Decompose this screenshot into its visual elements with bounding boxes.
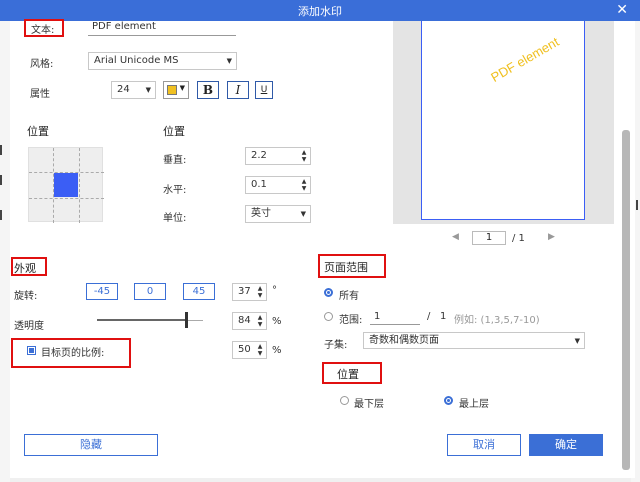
left-edge: [0, 21, 10, 482]
window-title: 添加水印: [298, 5, 342, 18]
horizontal-label: 水平:: [163, 185, 187, 196]
stepper-arrows-icon[interactable]: ▲ ▼: [300, 178, 308, 192]
chevron-down-icon: ▼: [179, 84, 185, 92]
rotation-unit: °: [272, 285, 277, 296]
preview-page: PDF element: [421, 21, 585, 220]
layer-top-radio[interactable]: [444, 396, 453, 405]
opacity-label: 透明度: [14, 321, 44, 332]
range-all-radio[interactable]: [324, 288, 333, 297]
stepper-arrows-icon[interactable]: ▲ ▼: [300, 149, 308, 163]
range-example: 例如: (1,3,5,7-10): [454, 315, 540, 326]
scale-unit: %: [272, 345, 282, 356]
scale-value: 50: [238, 344, 251, 355]
opacity-stepper[interactable]: 84 ▲ ▼: [232, 312, 267, 330]
layer-bottom-radio[interactable]: [340, 396, 349, 405]
font-dropdown[interactable]: Arial Unicode MS ▼: [88, 52, 237, 70]
layer-label: 位置: [337, 368, 359, 381]
range-total: 1: [440, 311, 447, 322]
font-size-dropdown[interactable]: 24 ▼: [111, 81, 156, 99]
vertical-label: 垂直:: [163, 155, 187, 166]
hide-button[interactable]: 隐藏: [24, 434, 158, 456]
rotation-value: 37: [238, 286, 251, 297]
subset-label: 子集:: [324, 340, 348, 351]
title-bar[interactable]: 添加水印 ✕: [0, 0, 640, 21]
rotation-label: 旋转:: [14, 291, 38, 302]
next-page-icon[interactable]: ▶: [548, 232, 555, 242]
chevron-down-icon: ▼: [226, 57, 232, 65]
attributes-label: 属性: [30, 89, 50, 100]
range-from-input[interactable]: 1: [370, 310, 420, 325]
preview-panel: PDF element: [393, 21, 614, 224]
scale-label: 目标页的比例:: [41, 348, 105, 359]
font-size-value: 24: [117, 84, 130, 95]
range-custom-label: 范围:: [339, 315, 363, 326]
ok-button[interactable]: 确定: [529, 434, 603, 456]
grid-line: [29, 198, 104, 199]
watermark-text-input[interactable]: PDF element: [88, 20, 236, 36]
chevron-down-icon: ▼: [300, 210, 306, 218]
subset-dropdown[interactable]: 奇数和偶数页面 ▼: [363, 332, 585, 349]
grid-line: [79, 148, 80, 223]
stepper-arrows-icon[interactable]: ▲ ▼: [256, 285, 264, 299]
position-grid[interactable]: [28, 147, 104, 223]
scale-stepper[interactable]: 50 ▲ ▼: [232, 341, 267, 359]
rotation-stepper[interactable]: 37 ▲ ▼: [232, 283, 267, 301]
opacity-value: 84: [238, 315, 251, 326]
horizontal-value: 0.1: [251, 179, 267, 190]
layer-bottom-label: 最下层: [354, 399, 384, 410]
range-custom-radio[interactable]: [324, 312, 333, 321]
underline-button[interactable]: U: [255, 81, 273, 99]
cancel-button[interactable]: 取消: [447, 434, 521, 456]
chevron-down-icon: ▼: [145, 86, 151, 94]
position-label: 位置: [163, 125, 185, 138]
style-label: 风格:: [30, 59, 54, 70]
edge-mark: [0, 210, 2, 220]
font-value: Arial Unicode MS: [94, 55, 179, 66]
rotation-preset-0[interactable]: 0: [134, 283, 166, 300]
preview-watermark: PDF element: [488, 34, 562, 85]
position-grid-label: 位置: [27, 125, 49, 138]
range-all-label: 所有: [339, 291, 359, 302]
text-label: 文本:: [31, 25, 55, 36]
watermark-dialog-root: 添加水印 ✕ 文本: PDF element 风格: Arial Unicode…: [0, 0, 640, 482]
vertical-scrollbar[interactable]: [622, 130, 630, 470]
scale-checkbox[interactable]: [27, 346, 36, 355]
italic-button[interactable]: I: [227, 81, 249, 99]
edge-mark: [636, 200, 638, 210]
prev-page-icon[interactable]: ◀: [452, 232, 459, 242]
rotation-preset-45[interactable]: 45: [183, 283, 215, 300]
subset-value: 奇数和偶数页面: [369, 335, 439, 346]
chevron-down-icon: ▼: [574, 337, 580, 345]
unit-dropdown[interactable]: 英寸 ▼: [245, 205, 311, 223]
opacity-slider-fill: [97, 319, 186, 321]
unit-value: 英寸: [251, 208, 271, 219]
horizontal-stepper[interactable]: 0.1 ▲ ▼: [245, 176, 311, 194]
edge-mark: [0, 145, 2, 155]
color-swatch: [167, 85, 177, 95]
opacity-unit: %: [272, 316, 282, 327]
page-total: / 1: [512, 233, 525, 244]
grid-cell-selected[interactable]: [54, 173, 78, 197]
stepper-arrows-icon[interactable]: ▲ ▼: [256, 343, 264, 357]
vertical-stepper[interactable]: 2.2 ▲ ▼: [245, 147, 311, 165]
page-range-label: 页面范围: [324, 261, 368, 274]
edge-mark: [0, 175, 2, 185]
bold-button[interactable]: B: [197, 81, 219, 99]
range-separator: /: [427, 311, 431, 322]
layer-top-label: 最上层: [459, 399, 489, 410]
rotation-preset-neg45[interactable]: -45: [86, 283, 118, 300]
appearance-label: 外观: [14, 262, 36, 275]
stepper-arrows-icon[interactable]: ▲ ▼: [256, 314, 264, 328]
opacity-slider-thumb[interactable]: [185, 312, 188, 328]
unit-label: 单位:: [163, 213, 187, 224]
close-icon[interactable]: ✕: [616, 2, 628, 18]
color-picker-button[interactable]: ▼: [163, 81, 189, 99]
vertical-value: 2.2: [251, 150, 267, 161]
page-number-input[interactable]: 1: [472, 231, 506, 245]
